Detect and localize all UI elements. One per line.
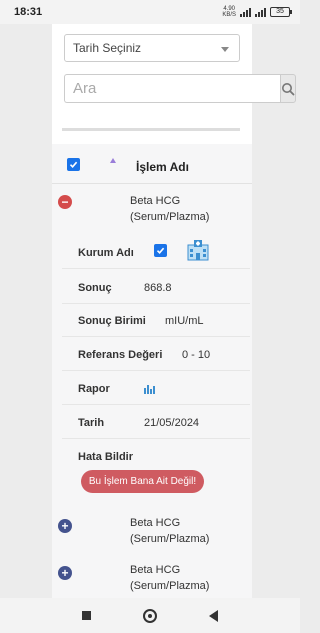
detail-row-rapor: Rapor (62, 372, 250, 405)
sonuc-birimi-value: mIU/mL (165, 315, 204, 327)
list-item-name: Beta HCG (Serum/Plazma) (130, 193, 240, 225)
hata-bildir-label: Hata Bildir (78, 451, 134, 463)
column-header-islem-adi[interactable]: İşlem Adı (136, 160, 189, 174)
collapse-button[interactable]: − (58, 195, 72, 209)
sonuc-label: Sonuç (78, 282, 112, 294)
check-icon (156, 247, 165, 254)
item-name-line1: Beta HCG (130, 195, 181, 207)
rapor-label: Rapor (78, 383, 110, 395)
report-error-button[interactable]: Bu İşlem Bana Ait Değil! (81, 470, 204, 493)
list-item-name: Beta HCG (Serum/Plazma) (130, 562, 240, 594)
expand-button[interactable]: + (58, 566, 72, 580)
home-icon[interactable] (143, 608, 157, 623)
expand-button[interactable]: + (58, 519, 72, 533)
detail-row-tarih: Tarih 21/05/2024 (62, 406, 250, 439)
status-time: 18:31 (14, 6, 43, 18)
network-speed: 4.90 KB/S (222, 6, 236, 18)
item-name-line1: Beta HCG (130, 517, 181, 529)
battery-level: 35 (276, 8, 284, 15)
item-name-line2: (Serum/Plazma) (130, 533, 210, 545)
tarih-label: Tarih (78, 417, 105, 429)
kurum-checkbox[interactable] (154, 244, 167, 257)
date-select-value: Tarih Seçiniz (73, 41, 142, 55)
report-chart-icon[interactable] (143, 383, 155, 394)
tarih-value: 21/05/2024 (144, 417, 200, 429)
signal-icon-2 (255, 7, 266, 17)
hospital-building-icon[interactable] (186, 239, 210, 261)
sonuc-value: 868.8 (144, 282, 172, 294)
item-name-line1: Beta HCG (130, 564, 181, 576)
search-row (64, 74, 296, 103)
check-icon (69, 161, 78, 168)
list-item-name: Beta HCG (Serum/Plazma) (130, 515, 240, 547)
kurum-adi-label: Kurum Adı (78, 247, 134, 259)
date-select[interactable]: Tarih Seçiniz (64, 34, 240, 62)
signal-icon (240, 7, 251, 17)
item-name-line2: (Serum/Plazma) (130, 580, 210, 592)
network-speed-unit: KB/S (222, 12, 236, 18)
sonuc-birimi-label: Sonuç Birimi (78, 315, 146, 327)
status-bar: 18:31 4.90 KB/S 35 (0, 0, 300, 24)
select-all-checkbox[interactable] (67, 158, 80, 171)
referans-value: 0 - 10 (182, 349, 211, 361)
battery-icon: 35 (270, 7, 292, 17)
search-icon (282, 82, 295, 95)
chevron-down-icon (221, 47, 229, 52)
item-name-line2: (Serum/Plazma) (130, 211, 210, 223)
referans-label: Referans Değeri (78, 349, 163, 361)
search-button[interactable] (280, 74, 296, 103)
detail-row-kurum: Kurum Adı (62, 236, 250, 269)
detail-row-sonuc: Sonuç 868.8 (62, 271, 250, 304)
navigation-bar (0, 598, 300, 633)
detail-row-referans: Referans Değeri 0 - 10 (62, 338, 250, 371)
recent-apps-icon[interactable] (82, 611, 91, 620)
search-input[interactable] (64, 74, 280, 103)
status-icons: 4.90 KB/S 35 (222, 6, 292, 18)
back-icon[interactable] (209, 609, 218, 622)
divider (62, 128, 240, 131)
detail-row-sonuc-birimi: Sonuç Birimi mIU/mL (62, 304, 250, 337)
sort-ascending-icon[interactable] (110, 158, 116, 163)
